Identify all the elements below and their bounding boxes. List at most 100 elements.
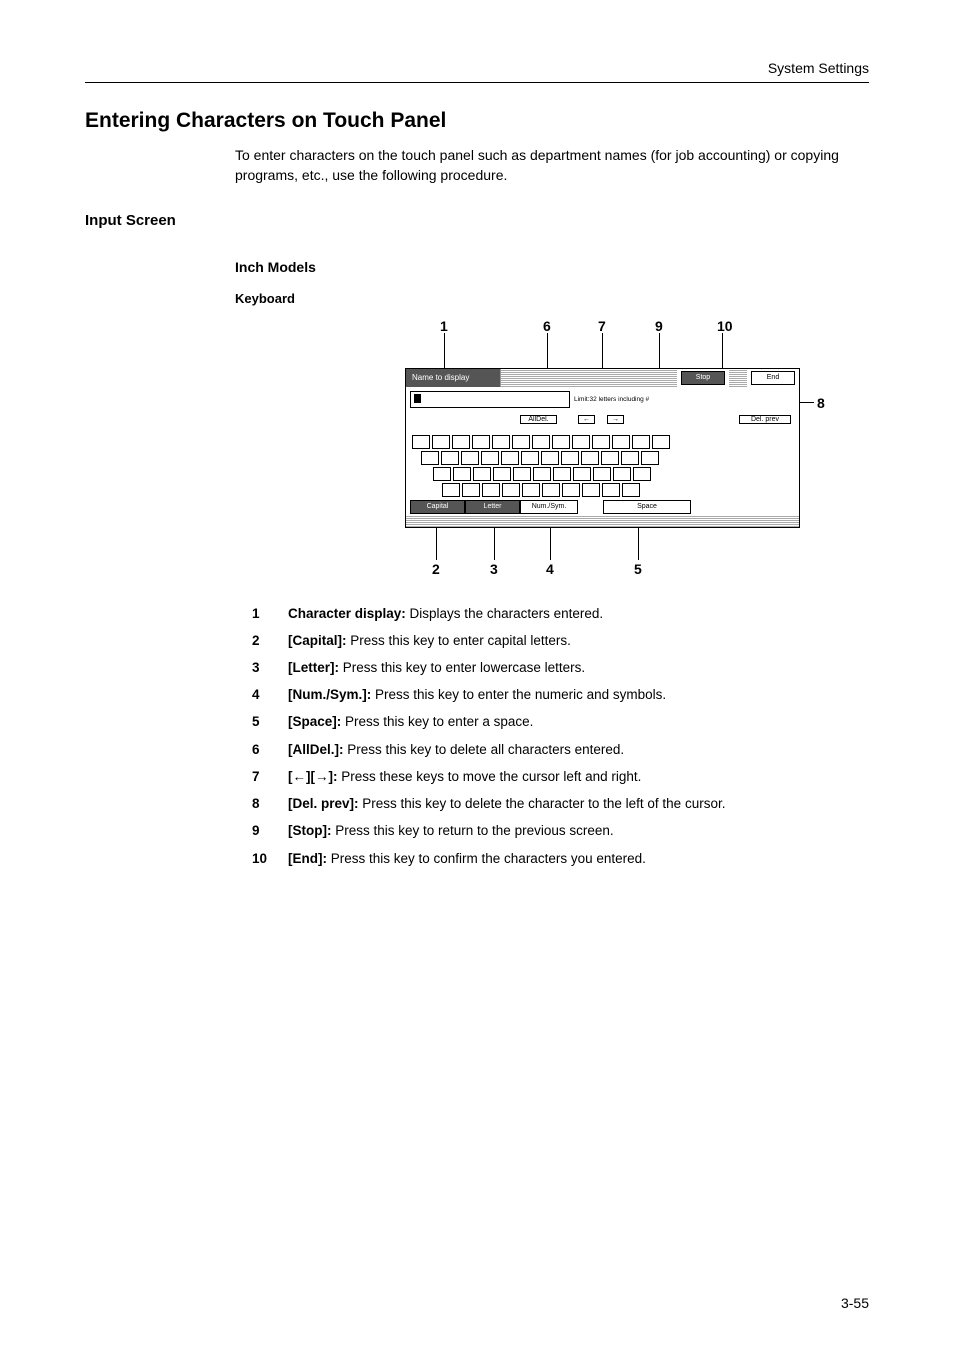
key-row-2: [412, 451, 795, 465]
keyboard-key[interactable]: [481, 451, 499, 465]
list-item-term: Character display:: [288, 606, 406, 621]
keyboard-key[interactable]: [512, 435, 530, 449]
callout-5: 5: [634, 561, 642, 577]
keyboard-key[interactable]: [572, 435, 590, 449]
keyboard-key[interactable]: [462, 483, 480, 497]
keyboard-key[interactable]: [601, 451, 619, 465]
callout-8: 8: [817, 395, 825, 411]
keyboard-key[interactable]: [622, 483, 640, 497]
keyboard-key[interactable]: [632, 435, 650, 449]
list-item: 10 [End]: Press this key to confirm the c…: [252, 850, 869, 868]
keyboard-tabs: Capital Letter Num./Sym. Space: [406, 497, 799, 514]
keyboard-key[interactable]: [553, 467, 571, 481]
list-item-number: 7: [252, 768, 272, 786]
keyboard-key[interactable]: [552, 435, 570, 449]
limit-text: Limit:32 letters including #: [574, 396, 795, 403]
space-tab[interactable]: Space: [603, 500, 691, 514]
keyboard-key[interactable]: [541, 451, 559, 465]
list-item-text: [AllDel.]: Press this key to delete all …: [288, 741, 624, 759]
keyboard-key[interactable]: [441, 451, 459, 465]
list-item-term: [Space]:: [288, 714, 341, 729]
alldel-label: AllDel.: [528, 416, 548, 423]
keyboard-key[interactable]: [482, 483, 500, 497]
keyboard-key[interactable]: [501, 451, 519, 465]
list-item: 2[Capital]: Press this key to enter capi…: [252, 632, 869, 650]
keyboard-key[interactable]: [581, 451, 599, 465]
callout-4: 4: [546, 561, 554, 577]
keyboard-key[interactable]: [612, 435, 630, 449]
keyboard-key[interactable]: [582, 483, 600, 497]
letter-tab[interactable]: Letter: [465, 500, 520, 514]
keyboard-key[interactable]: [532, 435, 550, 449]
keyboard-key[interactable]: [432, 435, 450, 449]
keyboard-key[interactable]: [433, 467, 451, 481]
capital-tab[interactable]: Capital: [410, 500, 465, 514]
list-item-term: [Letter]:: [288, 660, 339, 675]
list-item-term: [Num./Sym.]:: [288, 687, 371, 702]
space-tab-label: Space: [637, 503, 657, 510]
keyboard-key[interactable]: [453, 467, 471, 481]
character-display-input[interactable]: [410, 391, 570, 408]
list-item-text: [End]: Press this key to confirm the cha…: [288, 850, 646, 868]
numsym-tab[interactable]: Num./Sym.: [520, 500, 578, 514]
del-prev-button[interactable]: Del. prev: [739, 415, 791, 424]
keyboard-key[interactable]: [461, 451, 479, 465]
alldel-button[interactable]: AllDel.: [520, 415, 557, 424]
list-item-number: 8: [252, 795, 272, 813]
stop-button[interactable]: Stop: [681, 371, 725, 385]
keyboard-key[interactable]: [533, 467, 551, 481]
intro-paragraph: To enter characters on the touch panel s…: [235, 145, 869, 186]
keyboard-key[interactable]: [562, 483, 580, 497]
keyboard-key[interactable]: [613, 467, 631, 481]
list-item-number: 10: [252, 850, 272, 868]
keyboard-key[interactable]: [621, 451, 639, 465]
keyboard-key[interactable]: [652, 435, 670, 449]
keyboard-key[interactable]: [593, 467, 611, 481]
list-item-desc: Press this key to confirm the characters…: [327, 851, 646, 866]
arrow-left-button[interactable]: ←: [578, 415, 595, 424]
panel-topbar: Name to display Stop End: [406, 369, 799, 387]
list-item-term: [Capital]:: [288, 633, 347, 648]
list-item: 5[Space]: Press this key to enter a spac…: [252, 713, 869, 731]
keyboard-key[interactable]: [473, 467, 491, 481]
keyboard-key[interactable]: [493, 467, 511, 481]
list-item-number: 1: [252, 605, 272, 623]
list-item: 7[←][→]: Press these keys to move the cu…: [252, 768, 869, 786]
keyboard-key[interactable]: [492, 435, 510, 449]
keyboard-key[interactable]: [442, 483, 460, 497]
keyboard-key[interactable]: [573, 467, 591, 481]
list-item-term: [←][→]:: [288, 769, 337, 784]
keyboard-key[interactable]: [602, 483, 620, 497]
hatched-area: [501, 369, 677, 387]
callout-10: 10: [717, 318, 733, 334]
keyboard-key[interactable]: [412, 435, 430, 449]
keyboard-key[interactable]: [561, 451, 579, 465]
numsym-tab-label: Num./Sym.: [532, 503, 567, 510]
page-header-section: System Settings: [85, 60, 869, 82]
keyboard-keys-area: [406, 429, 799, 497]
list-item-number: 4: [252, 686, 272, 704]
keyboard-key[interactable]: [452, 435, 470, 449]
keyboard-key[interactable]: [472, 435, 490, 449]
list-item: 9[Stop]: Press this key to return to the…: [252, 822, 869, 840]
arrow-right-button[interactable]: →: [607, 415, 624, 424]
callout-9: 9: [655, 318, 663, 334]
hatched-divider: [729, 369, 747, 387]
list-item-desc: Displays the characters entered.: [406, 606, 603, 621]
list-item: 8[Del. prev]: Press this key to delete t…: [252, 795, 869, 813]
keyboard-key[interactable]: [502, 483, 520, 497]
keyboard-key[interactable]: [513, 467, 531, 481]
list-item-desc: Press this key to return to the previous…: [331, 823, 613, 838]
keyboard-key[interactable]: [592, 435, 610, 449]
keyboard-key[interactable]: [522, 483, 540, 497]
list-item-text: [Letter]: Press this key to enter lowerc…: [288, 659, 585, 677]
end-button-label: End: [767, 374, 779, 381]
end-button[interactable]: End: [751, 371, 795, 385]
keyboard-key[interactable]: [633, 467, 651, 481]
keyboard-key[interactable]: [542, 483, 560, 497]
keyboard-key[interactable]: [521, 451, 539, 465]
keyboard-key[interactable]: [641, 451, 659, 465]
touch-panel: Name to display Stop End Limit:32 letter…: [405, 368, 800, 528]
keyboard-key[interactable]: [421, 451, 439, 465]
list-item-number: 6: [252, 741, 272, 759]
